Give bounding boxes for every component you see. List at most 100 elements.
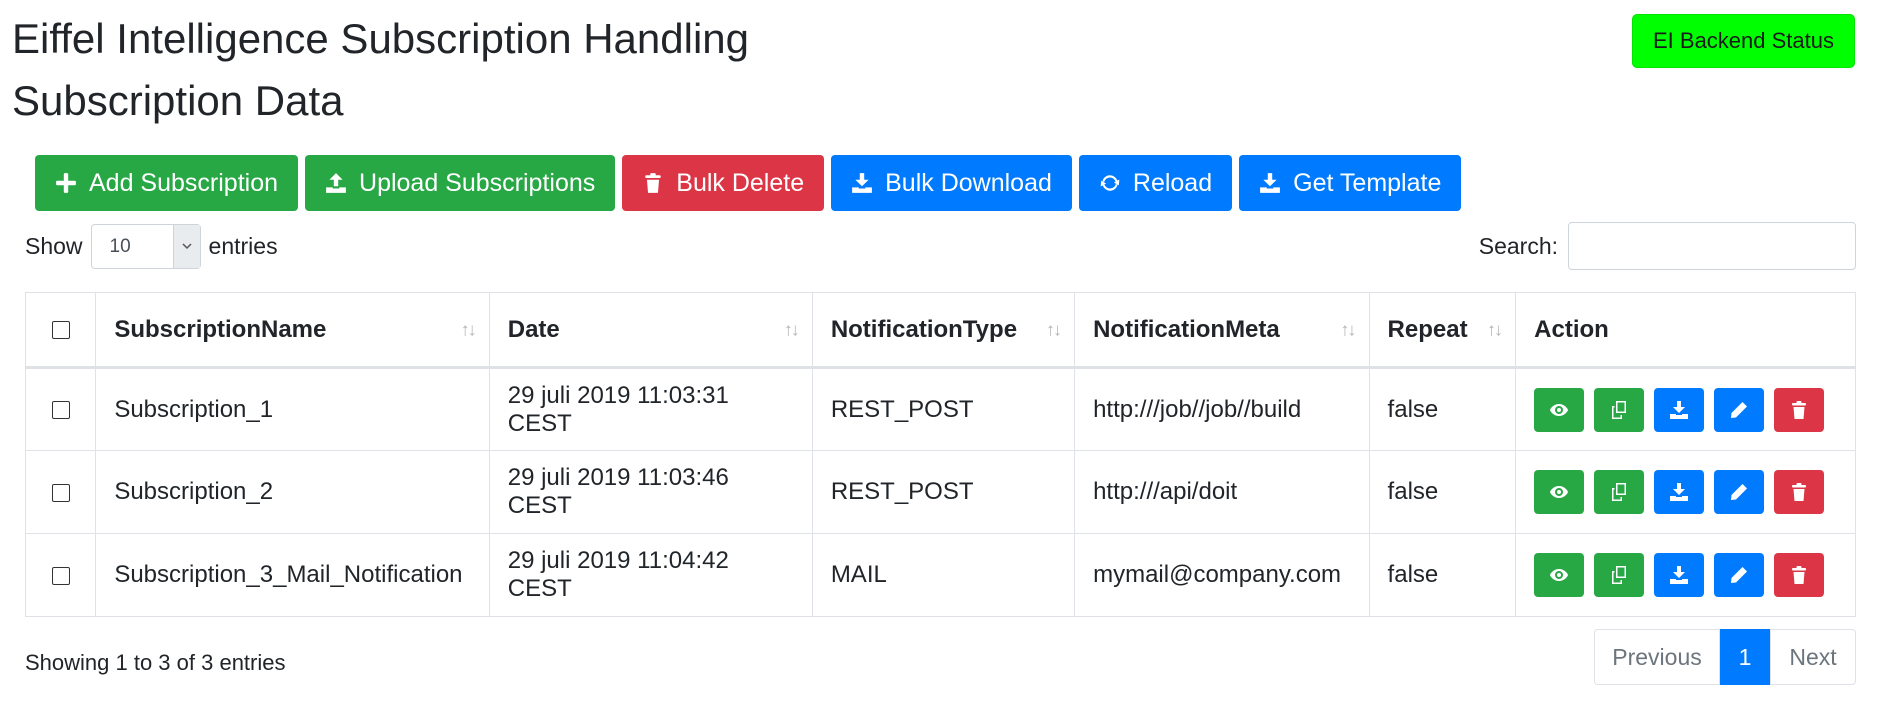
upload-icon (326, 173, 346, 193)
add-subscription-button[interactable]: Add Subscription (35, 155, 299, 211)
table-row: Subscription_2 29 juli 2019 11:03:46 CES… (24, 450, 1856, 534)
cell-actions (1515, 450, 1856, 534)
toolbar: Add Subscription Upload Subscriptions Bu… (35, 155, 1462, 211)
pencil-icon (1731, 484, 1748, 500)
edit-button[interactable] (1714, 553, 1765, 597)
clone-button[interactable] (1594, 470, 1645, 514)
cell-notification-meta: http:///job//job//build (1074, 367, 1370, 451)
cell-notification-meta: mymail@company.com (1074, 533, 1370, 617)
page-1-button[interactable]: 1 (1720, 629, 1770, 685)
table-info: Showing 1 to 3 of 3 entries (25, 650, 286, 675)
copy-icon (1612, 566, 1627, 584)
cell-date: 29 juli 2019 11:03:31 CEST (488, 367, 813, 451)
sort-icon: ↑↓ (1487, 319, 1503, 339)
upload-subscriptions-button[interactable]: Upload Subscriptions (305, 155, 616, 211)
page-title: Eiffel Intelligence Subscription Handlin… (12, 15, 750, 62)
bulk-delete-label: Bulk Delete (676, 168, 805, 197)
sort-icon: ↑↓ (783, 319, 800, 339)
trash-icon (1792, 400, 1807, 419)
eye-icon (1550, 569, 1569, 581)
bulk-download-label: Bulk Download (885, 168, 1052, 197)
show-label: Show (25, 233, 83, 259)
cell-repeat: false (1368, 367, 1517, 451)
entries-length-control: Show 10 entries (25, 224, 278, 269)
reload-label: Reload (1132, 168, 1213, 197)
download-icon (1670, 483, 1689, 501)
row-checkbox[interactable] (51, 483, 70, 502)
download-button[interactable] (1654, 553, 1705, 597)
trash-icon (645, 173, 661, 193)
delete-button[interactable] (1774, 387, 1825, 432)
sort-icon: ↑↓ (1046, 319, 1062, 339)
copy-icon (1612, 400, 1627, 419)
column-header-notification-meta[interactable]: NotificationMeta ↑↓ (1074, 292, 1370, 369)
cell-notification-type: REST_POST (811, 450, 1076, 534)
cell-date: 29 juli 2019 11:03:46 CEST (488, 450, 813, 534)
refresh-icon (1100, 175, 1120, 191)
view-button[interactable] (1534, 553, 1585, 597)
select-all-checkbox[interactable] (51, 321, 70, 340)
row-actions (1534, 387, 1837, 432)
cell-repeat: false (1368, 533, 1517, 617)
row-checkbox[interactable] (51, 566, 70, 585)
delete-button[interactable] (1774, 553, 1825, 597)
view-button[interactable] (1534, 470, 1585, 514)
download-icon (1670, 400, 1689, 419)
sort-icon: ↑↓ (460, 319, 477, 339)
section-title: Subscription Data (12, 77, 344, 124)
next-page-button[interactable]: Next (1770, 629, 1856, 685)
entries-label: entries (208, 233, 278, 259)
reload-button[interactable]: Reload (1078, 155, 1233, 211)
edit-button[interactable] (1714, 387, 1765, 432)
download-icon (1670, 566, 1689, 584)
copy-icon (1612, 483, 1627, 501)
eye-icon (1550, 486, 1569, 498)
clone-button[interactable] (1594, 553, 1645, 597)
row-actions (1534, 470, 1837, 514)
download-icon (852, 173, 873, 193)
trash-icon (1792, 566, 1807, 584)
sort-icon: ↑↓ (1340, 319, 1357, 339)
cell-actions (1515, 533, 1856, 617)
cell-subscription-name: Subscription_1 (95, 367, 490, 451)
download-button[interactable] (1654, 387, 1705, 432)
cell-notification-meta: http:///api/doit (1074, 450, 1370, 534)
row-select-cell (24, 367, 97, 451)
column-header-repeat[interactable]: Repeat ↑↓ (1368, 292, 1517, 369)
column-header-subscription-name[interactable]: SubscriptionName ↑↓ (95, 292, 490, 369)
previous-page-button[interactable]: Previous (1594, 629, 1720, 685)
bulk-download-button[interactable]: Bulk Download (831, 155, 1072, 211)
view-button[interactable] (1534, 387, 1585, 432)
row-checkbox[interactable] (51, 401, 70, 420)
column-header-notification-type[interactable]: NotificationType ↑↓ (811, 292, 1076, 369)
bulk-delete-button[interactable]: Bulk Delete (622, 155, 825, 211)
search-input[interactable] (1568, 222, 1856, 270)
table-row: Subscription_3_Mail_Notification 29 juli… (24, 533, 1856, 617)
column-header-date[interactable]: Date ↑↓ (488, 292, 813, 369)
download-icon (1260, 173, 1281, 193)
trash-icon (1792, 483, 1807, 501)
cell-notification-type: REST_POST (811, 367, 1076, 451)
cell-subscription-name: Subscription_2 (95, 450, 490, 534)
cell-subscription-name: Subscription_3_Mail_Notification (95, 533, 490, 617)
table-row: Subscription_1 29 juli 2019 11:03:31 CES… (24, 367, 1856, 451)
table-header-row: SubscriptionName ↑↓ Date ↑↓ NotificationTy… (24, 292, 1856, 369)
backend-status-label: EI Backend Status (1653, 28, 1834, 53)
delete-button[interactable] (1774, 470, 1825, 514)
column-header-action: Action (1515, 292, 1856, 369)
download-button[interactable] (1654, 470, 1705, 514)
pencil-icon (1731, 401, 1748, 418)
cell-repeat: false (1368, 450, 1517, 534)
edit-button[interactable] (1714, 470, 1765, 514)
search-label: Search: (1478, 232, 1558, 259)
select-all-cell (24, 292, 97, 369)
backend-status-button[interactable]: EI Backend Status (1632, 14, 1855, 68)
cell-notification-type: MAIL (811, 533, 1076, 617)
get-template-button[interactable]: Get Template (1239, 155, 1462, 211)
pencil-icon (1731, 567, 1748, 583)
get-template-label: Get Template (1293, 168, 1442, 197)
entries-select[interactable]: 10 (90, 224, 201, 269)
clone-button[interactable] (1594, 387, 1645, 432)
row-actions (1534, 553, 1837, 597)
page: Eiffel Intelligence Subscription Handlin… (0, 0, 1883, 702)
